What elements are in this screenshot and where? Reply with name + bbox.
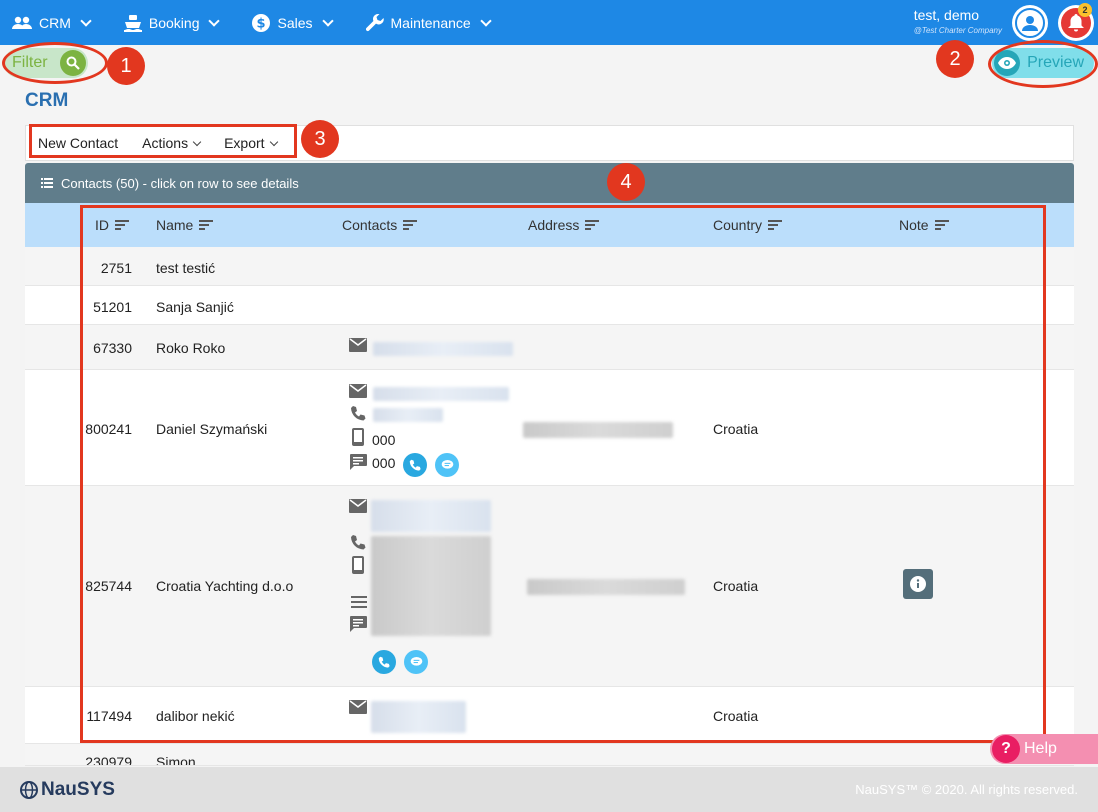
row-name: Simon — [156, 754, 196, 766]
nav-crm-label: CRM — [39, 14, 71, 31]
chevron-down-icon — [80, 14, 92, 27]
annotation-highlight-toolbar — [29, 124, 297, 158]
footer: NauSYS NauSYS™ © 2020. All rights reserv… — [0, 767, 1098, 812]
contacts-grid-title: Contacts (50) - click on row to see deta… — [61, 175, 299, 191]
user-company: @Test Charter Company — [913, 26, 1002, 35]
annotation-highlight-table — [80, 205, 1046, 743]
chevron-down-icon — [321, 14, 334, 27]
nausys-logo: NauSYS — [20, 779, 115, 801]
nav-sales[interactable]: $ Sales — [252, 13, 334, 32]
nav-maintenance-label: Maintenance — [390, 14, 471, 31]
annotation-marker-1: 1 — [107, 47, 145, 85]
notification-count-badge: 2 — [1078, 3, 1092, 17]
annotation-highlight-filter — [2, 42, 108, 84]
notifications-button[interactable]: 2 — [1058, 3, 1094, 41]
contacts-grid-header: Contacts (50) - click on row to see deta… — [25, 163, 1074, 203]
people-icon — [12, 16, 32, 29]
user-info[interactable]: test, demo @Test Charter Company — [914, 7, 1002, 35]
copyright-text: NauSYS™ © 2020. All rights reserved. — [855, 782, 1078, 797]
nav-booking[interactable]: Booking — [123, 14, 221, 32]
help-icon: ? — [992, 735, 1020, 763]
nav-crm[interactable]: CRM — [12, 14, 92, 31]
svg-text:$: $ — [257, 16, 266, 31]
annotation-highlight-preview — [988, 40, 1098, 88]
chevron-down-icon — [480, 14, 492, 27]
user-profile-button[interactable] — [1012, 5, 1048, 41]
top-navigation-bar: CRM Booking $ Sales Maintenance test, de… — [0, 0, 1098, 45]
wrench-icon — [365, 13, 384, 31]
chevron-down-icon — [208, 14, 221, 27]
row-id: 230979 — [85, 754, 132, 766]
help-button[interactable]: ? Help — [990, 734, 1098, 764]
help-label: Help — [1024, 740, 1057, 757]
annotation-marker-2: 2 — [936, 40, 974, 78]
user-name: test, demo — [913, 7, 980, 23]
table-row[interactable]: 230979 Simon — [25, 744, 1074, 766]
dollar-icon: $ — [252, 13, 271, 32]
annotation-marker-4: 4 — [607, 163, 645, 201]
list-icon — [41, 178, 53, 188]
annotation-marker-3: 3 — [301, 120, 339, 158]
globe-icon — [20, 780, 38, 799]
ship-icon — [123, 14, 142, 32]
nav-maintenance[interactable]: Maintenance — [365, 13, 492, 32]
logo-text: NauSYS — [41, 778, 115, 800]
nav-booking-label: Booking — [148, 14, 200, 31]
user-avatar-icon — [1015, 8, 1045, 38]
nav-sales-label: Sales — [277, 14, 313, 31]
page-title: CRM — [25, 90, 69, 111]
